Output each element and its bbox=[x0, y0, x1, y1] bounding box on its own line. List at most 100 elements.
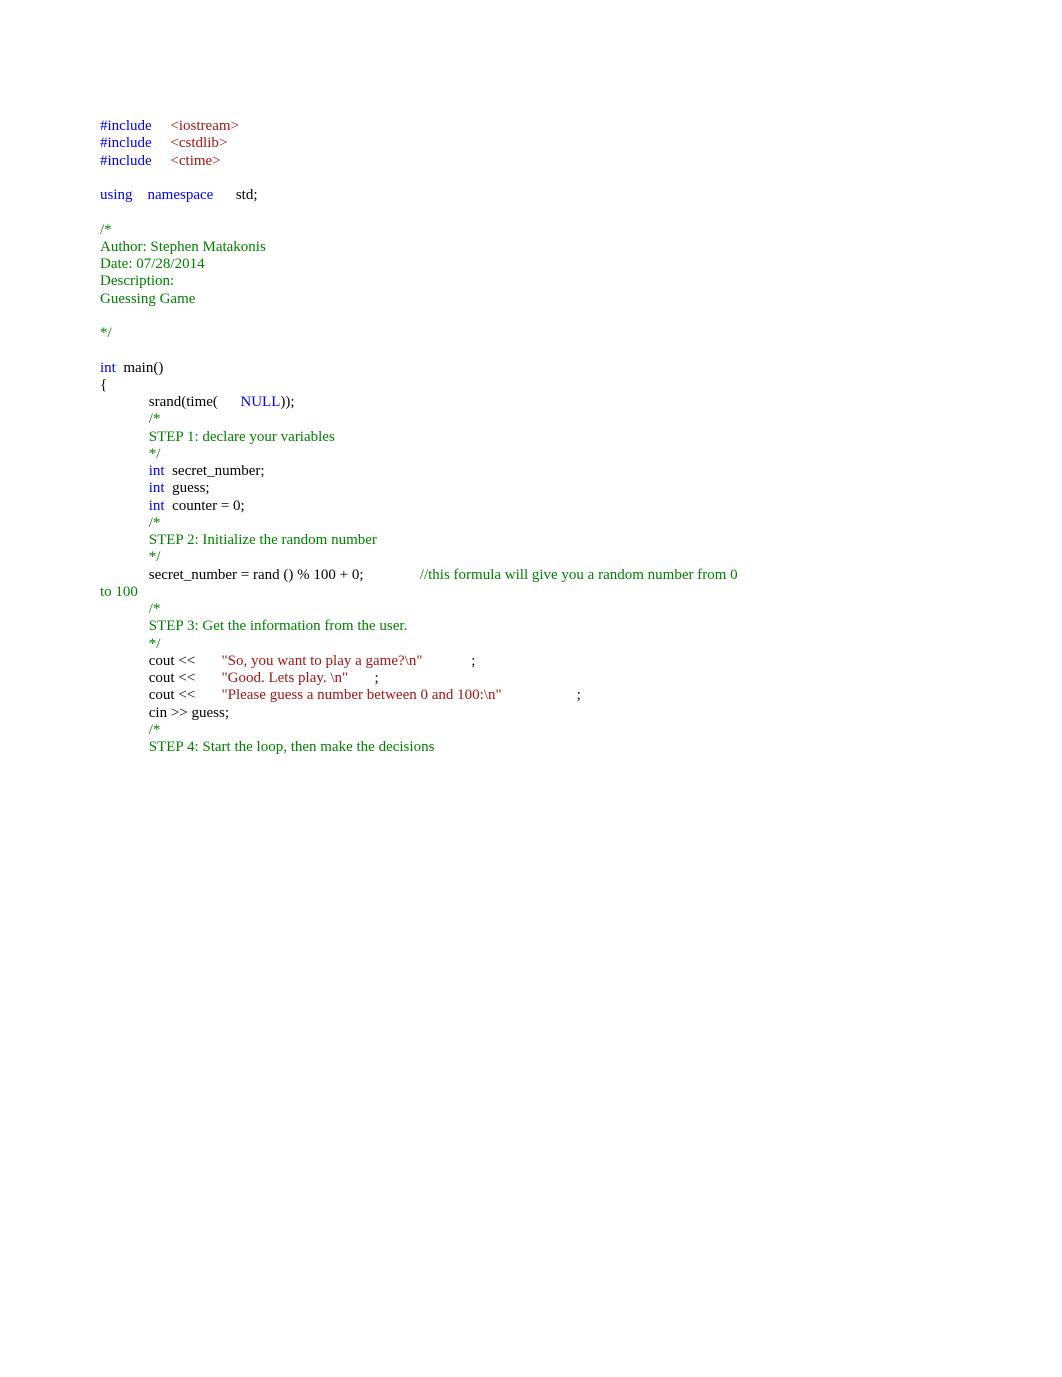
code-line: cout << "So, you want to play a game?\n"… bbox=[100, 653, 962, 670]
code-line: int main() bbox=[100, 360, 962, 377]
code-token: NULL bbox=[240, 394, 280, 410]
code-token: */ bbox=[100, 325, 112, 341]
code-token: guess; bbox=[165, 480, 210, 496]
code-line: /* bbox=[100, 515, 962, 532]
code-token bbox=[100, 170, 104, 186]
code-token: ; bbox=[348, 670, 378, 686]
code-token: STEP 4: Start the loop, then make the de… bbox=[149, 739, 435, 755]
code-token: */ bbox=[149, 549, 161, 565]
code-token: ; bbox=[502, 687, 581, 703]
code-token: int bbox=[149, 480, 165, 496]
code-token: "Good. Lets play. \n" bbox=[222, 670, 349, 686]
code-token bbox=[100, 342, 104, 358]
code-token bbox=[100, 515, 149, 531]
code-token bbox=[100, 636, 149, 652]
code-line: secret_number = rand () % 100 + 0; //thi… bbox=[100, 567, 962, 584]
code-line: */ bbox=[100, 549, 962, 566]
code-line bbox=[100, 342, 962, 359]
code-token: <iostream> bbox=[170, 118, 239, 134]
code-token: using bbox=[100, 187, 133, 203]
code-line: STEP 1: declare your variables bbox=[100, 429, 962, 446]
code-token bbox=[100, 722, 149, 738]
code-line: STEP 2: Initialize the random number bbox=[100, 532, 962, 549]
code-token: main() bbox=[116, 360, 163, 376]
code-token bbox=[100, 411, 149, 427]
code-token: //this formula will give you a random nu… bbox=[420, 567, 742, 583]
code-token: STEP 1: declare your variables bbox=[149, 429, 335, 445]
code-token: <cstdlib> bbox=[170, 135, 227, 151]
code-line: */ bbox=[100, 325, 962, 342]
code-token: int bbox=[149, 463, 165, 479]
code-line: /* bbox=[100, 722, 962, 739]
code-line bbox=[100, 204, 962, 221]
code-token: <ctime> bbox=[170, 153, 220, 169]
code-token bbox=[100, 532, 149, 548]
code-token: cout << bbox=[100, 687, 222, 703]
code-token: cin >> guess; bbox=[100, 705, 229, 721]
code-token: ; bbox=[422, 653, 475, 669]
code-token: secret_number; bbox=[165, 463, 265, 479]
code-token: #include bbox=[100, 153, 152, 169]
code-token: #include bbox=[100, 135, 152, 151]
code-line: #include <ctime> bbox=[100, 153, 962, 170]
code-line: Description: bbox=[100, 273, 962, 290]
code-token bbox=[100, 308, 104, 324]
code-line: { bbox=[100, 377, 962, 394]
code-token bbox=[152, 135, 171, 151]
code-line: STEP 4: Start the loop, then make the de… bbox=[100, 739, 962, 756]
code-line: STEP 3: Get the information from the use… bbox=[100, 618, 962, 635]
code-token bbox=[100, 549, 149, 565]
code-line: int guess; bbox=[100, 480, 962, 497]
code-token: /* bbox=[149, 722, 161, 738]
code-token: /* bbox=[149, 515, 161, 531]
code-token bbox=[100, 739, 149, 755]
code-token: /* bbox=[100, 222, 112, 238]
code-line: #include <cstdlib> bbox=[100, 135, 962, 152]
code-line bbox=[100, 170, 962, 187]
code-token bbox=[152, 153, 171, 169]
code-token: namespace bbox=[148, 187, 214, 203]
code-token: std; bbox=[213, 187, 257, 203]
code-token: { bbox=[100, 377, 107, 393]
code-token: /* bbox=[149, 601, 161, 617]
code-document: #include <iostream>#include <cstdlib>#in… bbox=[0, 0, 1062, 756]
code-token: Author: Stephen Matakonis bbox=[100, 239, 266, 255]
code-line: /* bbox=[100, 222, 962, 239]
code-token: */ bbox=[149, 446, 161, 462]
code-token: )); bbox=[280, 394, 294, 410]
code-token: "So, you want to play a game?\n" bbox=[222, 653, 423, 669]
code-token bbox=[100, 446, 149, 462]
code-line: using namespace std; bbox=[100, 187, 962, 204]
code-token: #include bbox=[100, 118, 152, 134]
code-token: cout << bbox=[100, 670, 222, 686]
code-token bbox=[100, 204, 104, 220]
code-token bbox=[100, 498, 149, 514]
code-token: STEP 3: Get the information from the use… bbox=[149, 618, 408, 634]
code-line bbox=[100, 308, 962, 325]
code-line: int counter = 0; bbox=[100, 498, 962, 515]
code-line: to 100 bbox=[100, 584, 962, 601]
code-line: cout << "Good. Lets play. \n" ; bbox=[100, 670, 962, 687]
code-token: int bbox=[100, 360, 116, 376]
code-token: STEP 2: Initialize the random number bbox=[149, 532, 377, 548]
code-token: counter = 0; bbox=[165, 498, 245, 514]
code-token bbox=[152, 118, 171, 134]
code-token bbox=[100, 601, 149, 617]
code-token bbox=[100, 429, 149, 445]
code-token: srand(time( bbox=[100, 394, 240, 410]
code-line: */ bbox=[100, 636, 962, 653]
code-token bbox=[100, 480, 149, 496]
code-line: Guessing Game bbox=[100, 291, 962, 308]
code-token: /* bbox=[149, 411, 161, 427]
code-token: secret_number = rand () % 100 + 0; bbox=[100, 567, 420, 583]
code-line: Author: Stephen Matakonis bbox=[100, 239, 962, 256]
code-token: to 100 bbox=[100, 584, 138, 600]
code-line: #include <iostream> bbox=[100, 118, 962, 135]
code-token: int bbox=[149, 498, 165, 514]
code-line: /* bbox=[100, 601, 962, 618]
code-line: srand(time( NULL)); bbox=[100, 394, 962, 411]
code-line: cout << "Please guess a number between 0… bbox=[100, 687, 962, 704]
code-token: "Please guess a number between 0 and 100… bbox=[222, 687, 502, 703]
code-token: Description: bbox=[100, 273, 174, 289]
code-token: Date: 07/28/2014 bbox=[100, 256, 205, 272]
